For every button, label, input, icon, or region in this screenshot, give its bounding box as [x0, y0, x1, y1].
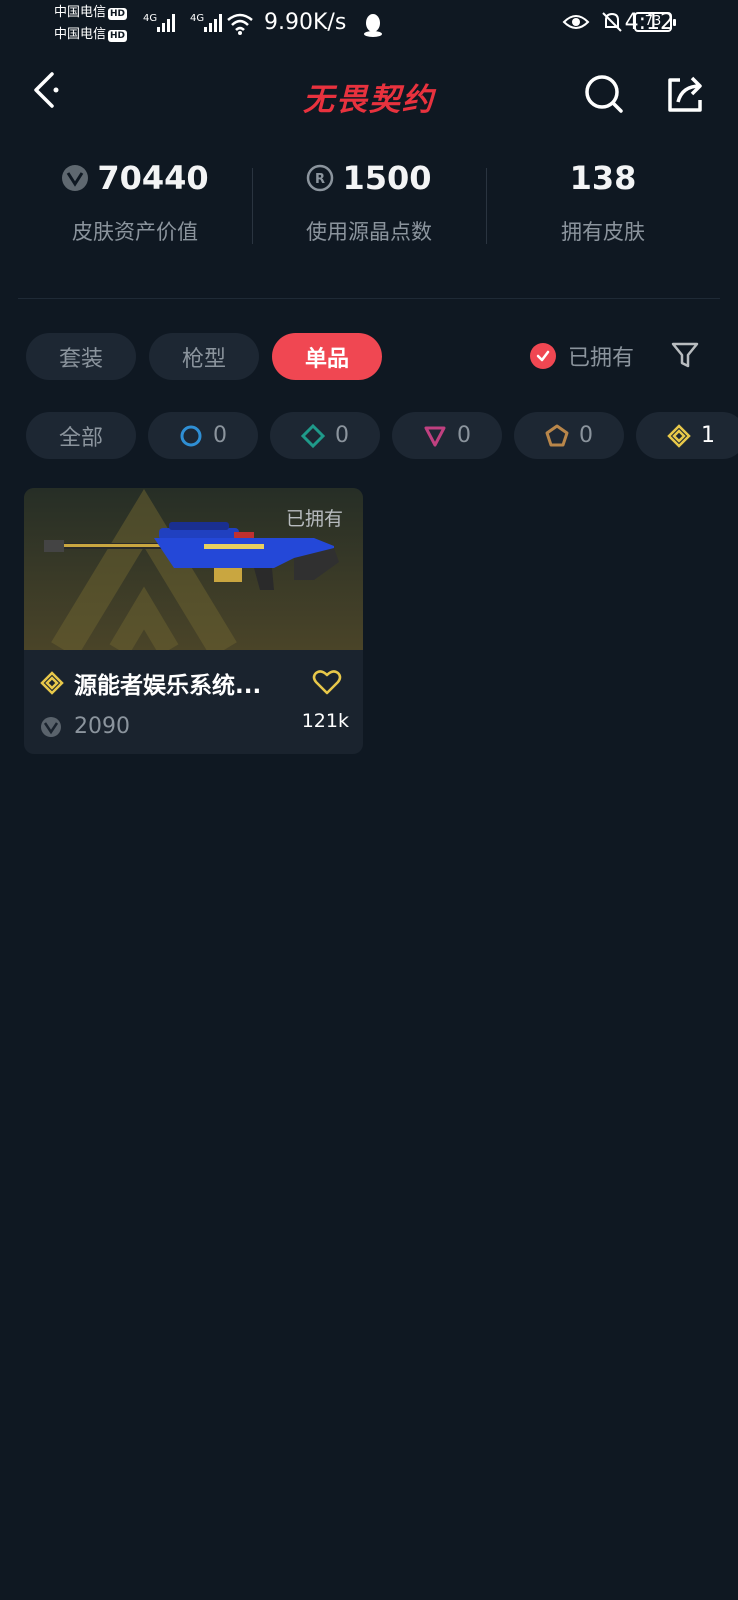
tab-single-items[interactable]: 单品: [272, 333, 382, 380]
stats-panel: 70440 皮肤资产价值 R 1500 使用源晶点数 138 拥有皮肤: [18, 158, 720, 258]
network-type-2: 4G: [190, 13, 205, 24]
check-icon: [530, 343, 556, 369]
tab-weapon-type[interactable]: 枪型: [149, 333, 259, 380]
rarity-label: 全部: [58, 425, 103, 451]
carrier-1: 中国电信 HD: [54, 5, 128, 20]
rarity-ultra[interactable]: 1: [636, 412, 738, 459]
owned-checkbox[interactable]: 已拥有: [530, 340, 634, 372]
rarity-filter-row: 全部 0 0 0 0 1: [26, 412, 738, 460]
signal-bars-2-icon: [204, 14, 222, 32]
category-tabs: 套装 枪型 单品: [26, 333, 382, 381]
stat-value: 1500: [342, 159, 432, 197]
tab-bundles[interactable]: 套装: [26, 333, 136, 380]
rarity-count: 0: [579, 423, 593, 448]
ultra-tier-icon: [40, 671, 64, 695]
mute-bell-icon: [602, 12, 622, 32]
owned-label: 已拥有: [568, 346, 635, 371]
filter-icon[interactable]: [670, 340, 700, 370]
status-bar: 中国电信 HD 中国电信 HD 4G 4G 9.90K/s 73 4:12: [0, 0, 738, 50]
qq-icon: [364, 14, 382, 37]
skin-name-row: 源能者娱乐系统...: [40, 666, 261, 700]
skin-name: 源能者娱乐系统...: [74, 673, 262, 699]
vp-currency-icon: [41, 716, 61, 737]
rarity-exclusive[interactable]: 0: [514, 412, 624, 459]
divider: [18, 298, 720, 299]
stat-skin-value: 70440 皮肤资产价值: [18, 158, 252, 258]
stat-radianite: R 1500 使用源晶点数: [252, 158, 486, 258]
stat-label: 拥有皮肤: [561, 220, 645, 244]
stat-label: 使用源晶点数: [306, 220, 432, 244]
rarity-all[interactable]: 全部: [26, 412, 136, 459]
wifi-icon: [227, 13, 253, 35]
signal-bars-1-icon: [157, 14, 175, 32]
stat-value: 138: [569, 159, 637, 197]
stat-value: 70440: [97, 159, 209, 197]
skin-card[interactable]: 已拥有 源能者娱乐系统... 2090 121k: [24, 488, 363, 754]
carrier-2: 中国电信 HD: [54, 27, 128, 42]
skin-price: 2090: [74, 714, 130, 739]
eye-icon: [562, 15, 590, 29]
net-speed: 9.90K/s: [264, 10, 347, 35]
svg-text:R: R: [315, 172, 325, 187]
network-type-1: 4G: [143, 13, 158, 24]
app-logo-title: 无畏契约: [303, 82, 435, 118]
heart-icon[interactable]: [312, 668, 342, 696]
header: 无畏契约: [0, 60, 738, 130]
rarity-count: 1: [701, 423, 715, 448]
deluxe-tier-icon: [301, 423, 325, 448]
stat-owned-skins: 138 拥有皮肤: [486, 158, 720, 258]
vp-currency-icon: [62, 165, 89, 191]
like-count: 121k: [301, 710, 349, 732]
stat-label: 皮肤资产价值: [72, 220, 198, 244]
rarity-select[interactable]: 0: [148, 412, 258, 459]
premium-tier-icon: [424, 426, 446, 446]
owned-tag: 已拥有: [285, 508, 343, 530]
search-icon[interactable]: [582, 72, 626, 116]
radianite-icon: R: [307, 164, 334, 192]
clock: 4:12: [624, 10, 674, 35]
rarity-premium[interactable]: 0: [392, 412, 502, 459]
rarity-count: 0: [213, 423, 227, 448]
rarity-deluxe[interactable]: 0: [270, 412, 380, 459]
rarity-count: 0: [335, 423, 349, 448]
ultra-tier-icon: [667, 423, 691, 448]
skin-price-row: 2090: [40, 714, 130, 739]
select-tier-icon: [180, 425, 202, 446]
share-icon[interactable]: [664, 72, 708, 116]
skin-image: 已拥有: [24, 488, 363, 650]
rarity-count: 0: [457, 423, 471, 448]
exclusive-tier-icon: [545, 424, 569, 446]
